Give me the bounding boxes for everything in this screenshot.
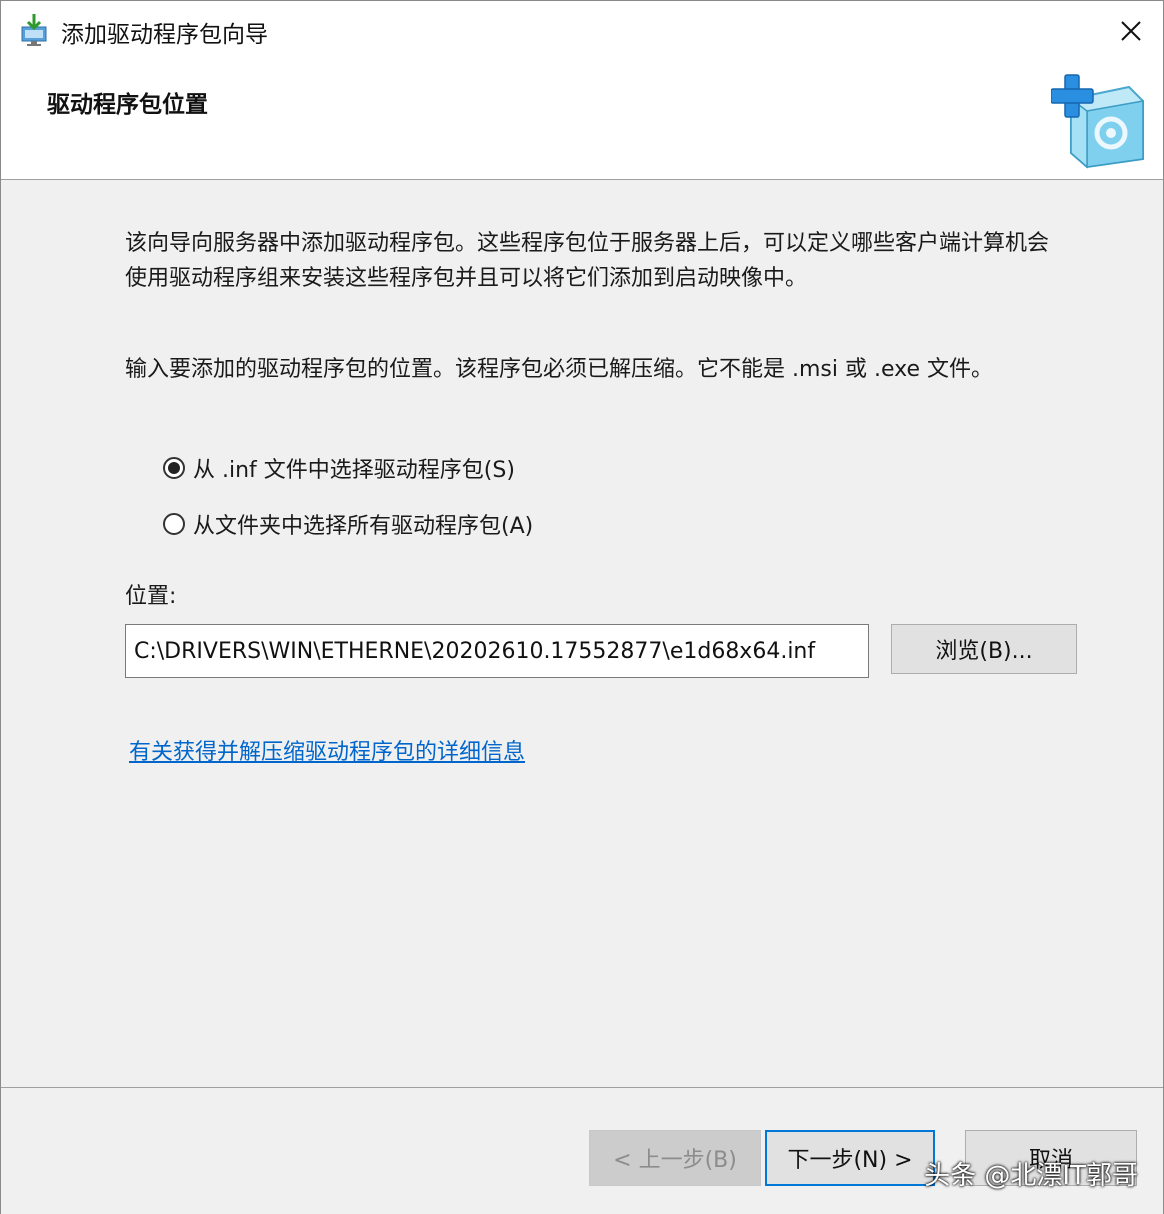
close-button[interactable] <box>1111 11 1151 51</box>
instruction-text: 输入要添加的驱动程序包的位置。该程序包必须已解压缩。它不能是 .msi 或 .e… <box>125 357 993 382</box>
wizard-header: 驱动程序包位置 <box>1 61 1163 180</box>
add-package-graphic-icon <box>1051 74 1144 169</box>
next-button[interactable]: 下一步(N) > <box>765 1130 935 1186</box>
browse-button[interactable]: 浏览(B)... <box>891 624 1077 674</box>
page-title: 驱动程序包位置 <box>47 92 208 118</box>
wizard-content: 该向导向服务器中添加驱动程序包。这些程序包位于服务器上后，可以定义哪些客户端计算… <box>1 180 1163 1087</box>
wizard-window: 添加驱动程序包向导 驱动程序包位置 该向导向服务器中添加驱动程序包。这些程序包位… <box>0 0 1164 1214</box>
location-label: 位置: <box>125 584 177 609</box>
cancel-button[interactable]: 取消 <box>965 1130 1137 1186</box>
details-info-link[interactable]: 有关获得并解压缩驱动程序包的详细信息 <box>129 734 525 766</box>
radio-selected-icon[interactable] <box>163 457 185 479</box>
option-folder-label: 从文件夹中选择所有驱动程序包(A) <box>193 514 534 539</box>
option-inf-file-radio[interactable]: 从 .inf 文件中选择驱动程序包(S) <box>163 452 515 484</box>
back-button[interactable]: < 上一步(B) <box>589 1130 761 1186</box>
radio-unselected-icon[interactable] <box>163 513 185 535</box>
wizard-install-icon <box>21 14 47 46</box>
wizard-footer: < 上一步(B) 下一步(N) > 取消 <box>1 1087 1163 1214</box>
option-folder-radio[interactable]: 从文件夹中选择所有驱动程序包(A) <box>163 508 533 540</box>
location-input[interactable] <box>125 624 869 678</box>
window-title: 添加驱动程序包向导 <box>61 22 268 48</box>
close-icon <box>1121 21 1141 41</box>
intro-text: 该向导向服务器中添加驱动程序包。这些程序包位于服务器上后，可以定义哪些客户端计算… <box>125 231 1050 291</box>
title-bar: 添加驱动程序包向导 <box>1 1 1163 61</box>
option-inf-file-label: 从 .inf 文件中选择驱动程序包(S) <box>193 458 515 483</box>
